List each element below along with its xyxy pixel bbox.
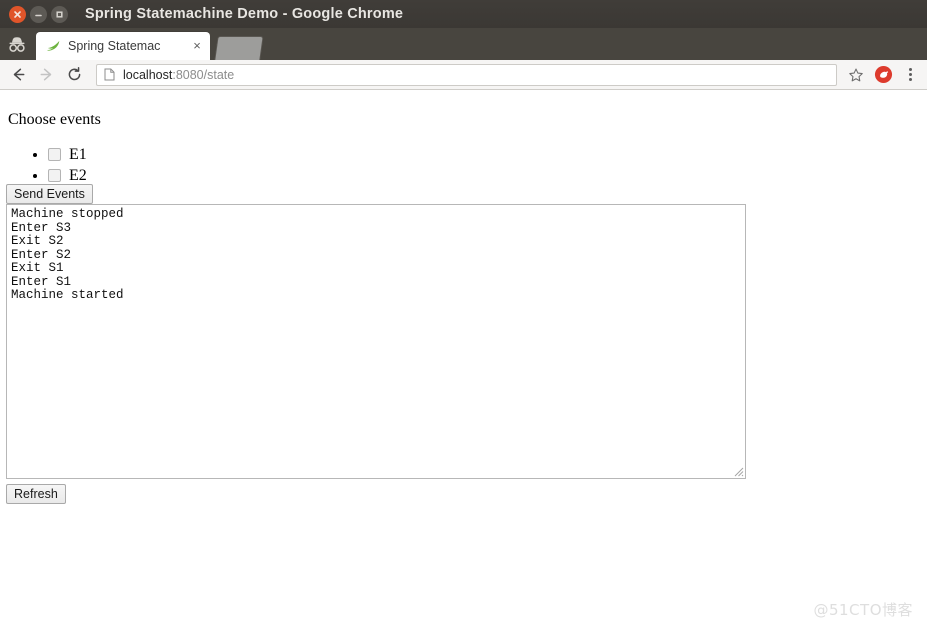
tab-strip: Spring Statemac × xyxy=(0,28,927,60)
three-dot-menu-icon-2 xyxy=(908,73,912,76)
back-arrow-icon xyxy=(13,68,24,81)
checkbox-e1[interactable] xyxy=(48,147,61,161)
three-dot-menu-icon xyxy=(908,68,912,71)
page-content: Choose events E1 E2 Send Events Refresh xyxy=(0,91,927,504)
title-bar: Spring Statemachine Demo - Google Chrome xyxy=(0,0,927,28)
url-host: localhost xyxy=(123,67,173,82)
page-heading: Choose events xyxy=(8,111,101,128)
tab-title: Spring Statemac xyxy=(68,39,161,53)
minimize-window-button[interactable] xyxy=(30,5,47,23)
page-document-icon xyxy=(103,68,116,81)
back-button[interactable] xyxy=(4,61,32,89)
browser-window: Spring Statemachine Demo - Google Chrome… xyxy=(0,0,927,631)
extension-button[interactable] xyxy=(871,63,895,87)
forward-arrow-icon xyxy=(40,68,51,81)
event-checkbox-list: E1 E2 xyxy=(8,146,919,185)
checkbox-label-e1: E1 xyxy=(69,145,87,163)
close-icon xyxy=(14,10,21,18)
address-bar[interactable]: localhost:8080/state xyxy=(96,63,837,86)
three-dot-menu-icon-3 xyxy=(908,78,912,81)
window-title: Spring Statemachine Demo - Google Chrome xyxy=(85,6,404,22)
spring-leaf-icon xyxy=(45,38,61,54)
page-viewport: Choose events E1 E2 Send Events Refresh xyxy=(0,91,927,631)
tab-close-icon[interactable]: × xyxy=(190,39,204,53)
send-events-button[interactable]: Send Events xyxy=(6,184,93,204)
list-item: E2 xyxy=(48,167,919,185)
minimize-icon xyxy=(35,14,42,16)
window-controls xyxy=(0,5,68,23)
list-item: E1 xyxy=(48,146,919,164)
close-window-button[interactable] xyxy=(9,5,26,23)
extension-icon xyxy=(874,65,892,84)
maximize-window-button[interactable] xyxy=(51,5,68,23)
checkbox-e2[interactable] xyxy=(48,168,61,182)
state-log-textarea[interactable] xyxy=(6,204,746,479)
maximize-icon xyxy=(56,10,63,18)
browser-tab-2[interactable] xyxy=(214,36,264,60)
forward-button xyxy=(32,61,60,89)
checkbox-label-e2: E2 xyxy=(69,166,87,184)
browser-toolbar: localhost:8080/state xyxy=(0,60,927,90)
refresh-button[interactable]: Refresh xyxy=(6,484,66,504)
reload-button[interactable] xyxy=(60,61,88,89)
bookmark-button[interactable] xyxy=(843,62,869,88)
address-bar-url: localhost:8080/state xyxy=(123,68,234,82)
reload-icon xyxy=(68,67,80,81)
chrome-menu-button[interactable] xyxy=(897,62,923,88)
browser-tab-active[interactable]: Spring Statemac × xyxy=(36,32,210,60)
incognito-icon xyxy=(4,32,30,56)
url-path: :8080/state xyxy=(172,67,235,82)
watermark-text: @51CTO博客 xyxy=(813,601,913,619)
bookmark-star-icon xyxy=(849,68,863,81)
